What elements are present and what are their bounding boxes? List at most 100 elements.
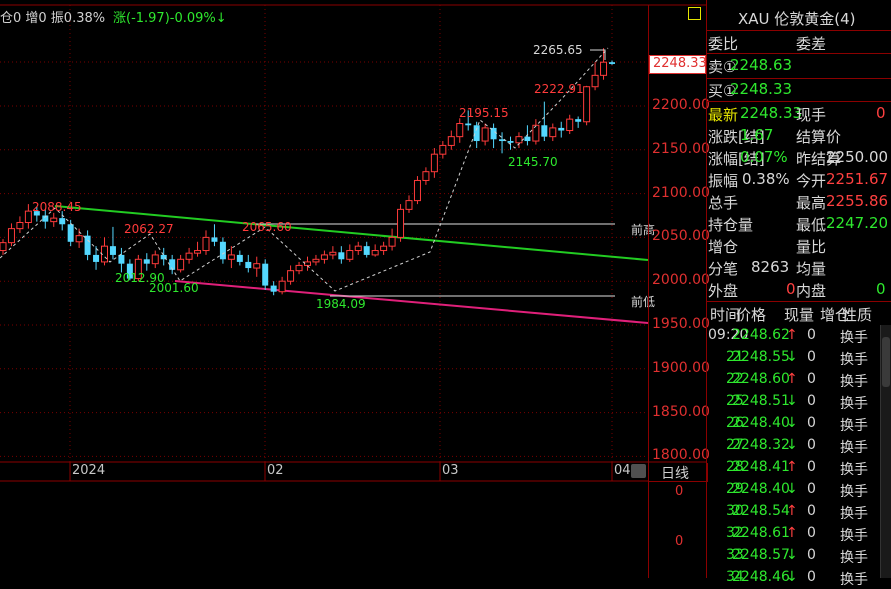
stat-label: 外盘: [708, 282, 739, 300]
tick-volume: 0: [807, 393, 816, 409]
candle-body: [194, 250, 202, 254]
candle-body: [465, 123, 472, 126]
candle-body: [388, 236, 396, 247]
tick-nature: 换手: [840, 506, 868, 522]
tick-arrow: ↑: [786, 503, 798, 519]
candle-body: [245, 261, 252, 269]
current-price-value: 2248.33: [653, 56, 707, 71]
chart-annotations: 2265.65 2222.91 2195.15 2088.45 2062.27 2065.…: [32, 43, 655, 311]
tick-row[interactable]: 28 2248.41 ↑ 0 换手: [706, 457, 891, 479]
high-label: 2265.65: [533, 43, 583, 57]
tick-nature: 换手: [840, 418, 868, 434]
candle-body: [262, 263, 269, 286]
tick-price: 2248.62: [732, 327, 790, 343]
date-tick-label: 02: [267, 463, 284, 478]
tick-nature: 换手: [840, 462, 868, 478]
pink-trendline: [174, 280, 649, 324]
candle-body: [16, 222, 24, 230]
candle-body: [295, 264, 303, 272]
candle-body: [67, 224, 74, 242]
stat-value: 8263: [751, 258, 790, 276]
tick-price: 2248.40: [732, 415, 790, 431]
candle-body: [93, 254, 100, 262]
zigzag-line: [0, 47, 609, 292]
candle-body: [575, 119, 582, 122]
prev-low-tag: 前低: [631, 294, 655, 309]
tick-nature: 换手: [840, 484, 868, 500]
tick-row[interactable]: 27 2248.32 ↓ 0 换手: [706, 435, 891, 457]
tick-volume: 0: [807, 525, 816, 541]
ticks-column-header: 价格: [736, 306, 767, 324]
candle-body: [447, 136, 455, 146]
tick-row[interactable]: 33 2248.57 ↓ 0 换手: [706, 545, 891, 567]
stat-value: 2250.00: [826, 148, 889, 166]
tick-arrow: ↓: [786, 349, 798, 365]
price-tick-label: 2200.00: [652, 97, 710, 113]
tick-arrow: ↓: [786, 569, 798, 585]
stat-value: 2251.67: [826, 170, 889, 188]
candle-body: [59, 218, 66, 225]
stat-label: 最新: [708, 106, 739, 124]
candle-body: [0, 242, 7, 252]
tick-price: 2248.61: [732, 525, 790, 541]
ticks-column-header: 现量: [784, 306, 815, 324]
candle-body: [456, 123, 464, 138]
tick-volume: 0: [807, 547, 816, 563]
ticks-scrollbar[interactable]: [880, 325, 891, 578]
tick-row[interactable]: 21 2248.55 ↓ 0 换手: [706, 347, 891, 369]
period-label: 日线: [661, 466, 689, 482]
settings-icon[interactable]: [688, 7, 701, 20]
stat-value: 0.38%: [742, 170, 790, 188]
candle-body: [609, 62, 615, 64]
scroll-button[interactable]: [631, 464, 646, 478]
tick-price: 2248.60: [732, 371, 790, 387]
candle-body: [304, 261, 311, 266]
price-tick-label: 2150.00: [652, 140, 710, 157]
tick-row[interactable]: 32 2248.61 ↑ 0 换手: [706, 523, 891, 545]
tick-row[interactable]: 30 2248.54 ↑ 0 换手: [706, 501, 891, 523]
trough-label: 2001.60: [149, 281, 199, 295]
tick-row[interactable]: 25 2248.51 ↓ 0 换手: [706, 391, 891, 413]
tick-arrow: ↑: [786, 371, 798, 387]
candle-body: [363, 246, 370, 255]
tick-nature: 换手: [840, 396, 868, 412]
tick-arrow: ↓: [786, 547, 798, 563]
tick-price: 2248.57: [732, 547, 790, 563]
tick-row[interactable]: 29 2248.40 ↓ 0 换手: [706, 479, 891, 501]
candle-body: [227, 254, 235, 260]
tick-row[interactable]: 22 2248.60 ↑ 0 换手: [706, 369, 891, 391]
stat-label: 今开: [796, 172, 827, 190]
bid-diff-label: 委差: [796, 35, 827, 53]
candle-body: [75, 235, 83, 243]
peak-label: 2088.45: [32, 200, 82, 214]
candle-body: [541, 125, 548, 137]
date-tick-label: 2024: [72, 463, 106, 478]
candlestick-chart[interactable]: 2265.65 2222.91 2195.15 2088.45 2062.27 2065.…: [0, 0, 706, 578]
tick-nature: 换手: [840, 330, 868, 346]
current-price-tag: 2248.33: [649, 55, 707, 74]
candle-body: [507, 141, 514, 143]
tick-volume: 0: [807, 371, 816, 387]
candle-body: [371, 250, 379, 256]
period-selector[interactable]: 日线: [648, 463, 708, 482]
tick-row[interactable]: 34 2248.46 ↓ 0 换手: [706, 567, 891, 589]
tick-price: 2248.55: [732, 349, 790, 365]
tick-row[interactable]: 26 2248.40 ↓ 0 换手: [706, 413, 891, 435]
stat-label: 均量: [796, 260, 827, 278]
stat-label: 持仓量: [708, 216, 754, 234]
candle-body: [346, 250, 354, 260]
candle-body: [202, 236, 210, 252]
tick-nature: 换手: [840, 528, 868, 544]
candle-body: [253, 263, 261, 269]
high-marker: [590, 49, 606, 60]
price-tick-label: 1800.00: [652, 447, 710, 464]
candles: [0, 47, 615, 296]
tick-volume: 0: [807, 437, 816, 453]
tick-volume: 0: [807, 459, 816, 475]
date-tick-label: 03: [442, 463, 459, 478]
tick-row[interactable]: 09:20 2248.62 ↑ 0 换手: [706, 325, 891, 347]
stat-value: 0: [786, 280, 796, 298]
scrollbar-thumb[interactable]: [882, 337, 890, 387]
tick-nature: 换手: [840, 374, 868, 390]
tick-volume: 0: [807, 503, 816, 519]
